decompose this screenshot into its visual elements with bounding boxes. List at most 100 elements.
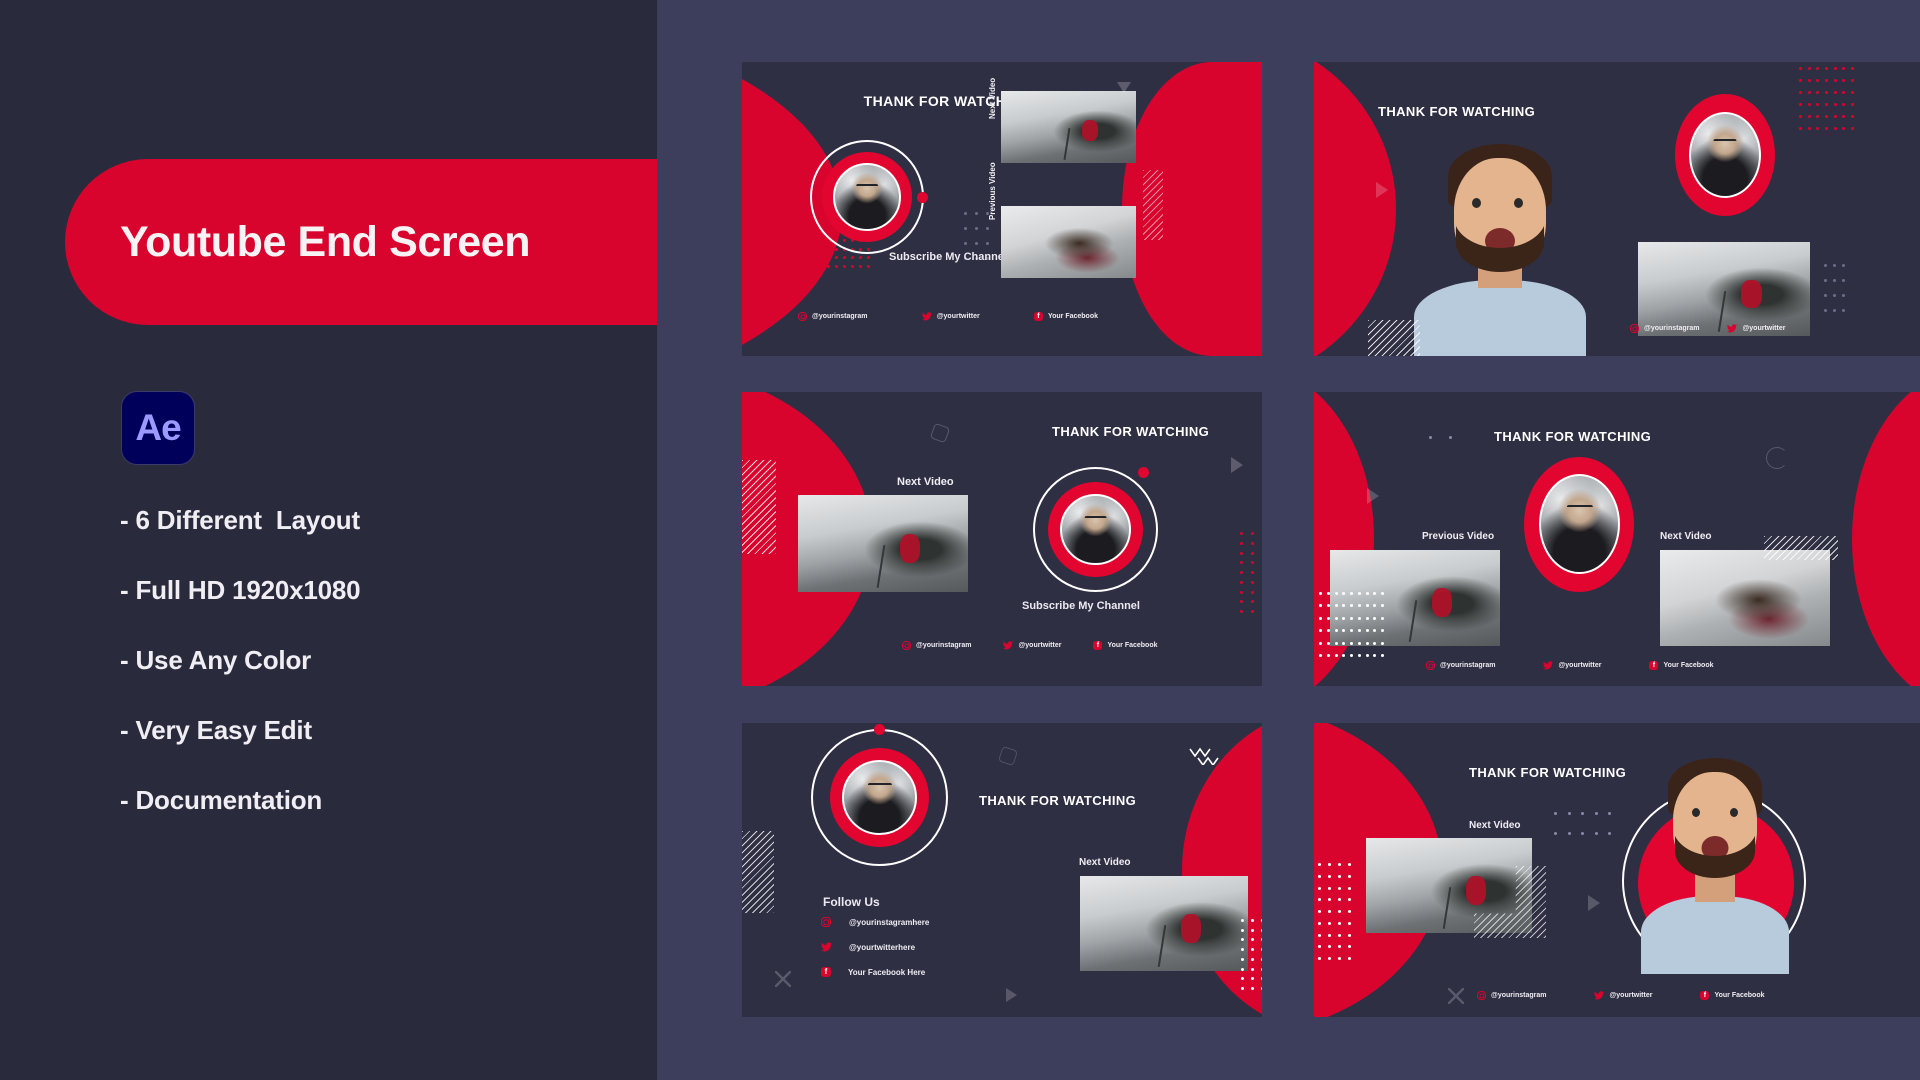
social-label: @yourinstagramhere	[849, 917, 930, 927]
orbit-dot	[1138, 467, 1149, 478]
next-video-thumbnail[interactable]	[1638, 242, 1810, 336]
previous-video-thumbnail[interactable]	[1001, 206, 1136, 278]
social-link-instagram[interactable]: @yourinstagram	[1426, 661, 1495, 670]
page-title: Youtube End Screen	[120, 217, 531, 266]
social-label: @yourtwitterhere	[849, 942, 916, 952]
person-body	[1413, 280, 1586, 356]
social-label: @yourinstagram	[1644, 325, 1700, 332]
twitter-icon	[921, 312, 932, 321]
next-video-thumbnail[interactable]	[1001, 91, 1136, 163]
presenter-cutout	[1402, 140, 1597, 356]
social-link-twitter[interactable]: @yourtwitter	[1003, 641, 1061, 650]
channel-avatar[interactable]	[1033, 467, 1158, 592]
next-video-label: Next Video	[1660, 531, 1712, 542]
social-label: @yourinstagram	[1440, 662, 1496, 669]
instagram-icon	[821, 917, 831, 927]
scarf-accent	[900, 533, 921, 563]
social-label: @yourtwitter	[1609, 992, 1653, 999]
layout-preview-2[interactable]: THANK FOR WATCHING @yourinstagram @yourt…	[1314, 62, 1920, 356]
next-video-thumbnail[interactable]	[798, 495, 968, 592]
social-link-instagram[interactable]: @yourinstagram	[1477, 991, 1546, 1000]
person-body	[1641, 896, 1789, 974]
thumbnail-image	[1080, 876, 1248, 971]
social-links-list: @yourinstagramhere @yourtwitterhere f Yo…	[821, 917, 929, 977]
facebook-icon: f	[1649, 661, 1659, 670]
layout-preview-1[interactable]: THANK FOR WATCHING Subscribe My Channel …	[742, 62, 1262, 356]
social-label: @yourtwitter	[1018, 642, 1062, 649]
layout-preview-3[interactable]: THANK FOR WATCHING Next Video Subscribe …	[742, 392, 1262, 686]
social-link-twitter[interactable]: @yourtwitter	[1727, 324, 1785, 333]
instagram-icon	[1477, 991, 1486, 1000]
channel-avatar[interactable]	[811, 724, 948, 866]
avatar-photo[interactable]	[1689, 112, 1761, 198]
thumbnail-image	[1001, 206, 1136, 278]
social-label: Your Facebook Here	[848, 967, 926, 977]
social-link-facebook[interactable]: f Your Facebook	[1700, 991, 1765, 1000]
social-link-instagram[interactable]: @yourinstagramhere	[821, 917, 929, 927]
dot-grid-decoration	[1799, 67, 1854, 130]
hexagon-decoration	[929, 422, 951, 444]
feature-item: - Full HD 1920x1080	[120, 575, 361, 605]
social-link-twitter[interactable]: @yourtwitter	[921, 312, 980, 321]
social-label: Your Facebook	[1047, 313, 1098, 320]
social-link-instagram[interactable]: @yourinstagram	[902, 641, 971, 650]
dot-grid-decoration	[1241, 919, 1262, 990]
avatar-photo	[1060, 494, 1131, 565]
feature-item: - 6 Different Layout	[120, 505, 360, 535]
social-label: Your Facebook	[1714, 992, 1765, 999]
feature-list: - 6 Different Layout - Full HD 1920x1080…	[120, 505, 600, 855]
card-heading: THANK FOR WATCHING	[1378, 104, 1536, 119]
hatch-decoration	[1368, 320, 1420, 356]
after-effects-icon-label: Ae	[135, 407, 181, 448]
social-link-twitter[interactable]: @yourtwitter	[1594, 991, 1652, 1000]
person-beard	[1456, 214, 1544, 272]
social-label: @yourtwitter	[1742, 325, 1786, 332]
after-effects-icon: Ae	[121, 391, 195, 465]
feature-item: - Very Easy Edit	[120, 715, 312, 745]
twitter-icon	[1594, 991, 1605, 1000]
x-decoration	[1448, 988, 1464, 1004]
person-neck	[1695, 874, 1735, 902]
social-link-instagram[interactable]: @yourinstagram	[1630, 324, 1699, 333]
social-label: Your Facebook	[1107, 642, 1158, 649]
next-video-thumbnail[interactable]	[1080, 876, 1248, 971]
channel-avatar[interactable]	[810, 140, 928, 254]
hatch-decoration	[742, 460, 776, 554]
layout-preview-5[interactable]: THANK FOR WATCHING Follow Us @yourinstag…	[742, 723, 1262, 1017]
triangle-decoration	[1588, 895, 1600, 911]
social-links-bar: @yourinstagram @yourtwitter f Your Faceb…	[1477, 991, 1765, 1000]
twitter-icon	[821, 942, 832, 952]
layout-preview-4[interactable]: THANK FOR WATCHING Previous Video Next V…	[1314, 392, 1920, 686]
facebook-icon: f	[821, 967, 831, 977]
scarf-accent	[1465, 876, 1486, 905]
dot-grid-decoration	[1429, 436, 1452, 444]
social-link-twitter[interactable]: @yourtwitterhere	[821, 942, 915, 952]
instagram-icon	[1630, 324, 1639, 333]
instagram-icon	[902, 641, 911, 650]
social-link-instagram[interactable]: @yourinstagram	[798, 312, 867, 321]
avatar-photo[interactable]	[1539, 474, 1620, 574]
social-link-facebook[interactable]: f Your Facebook	[1033, 312, 1098, 321]
social-link-facebook[interactable]: f Your Facebook	[1649, 661, 1714, 670]
social-link-twitter[interactable]: @yourtwitter	[1543, 661, 1601, 670]
scarf-accent	[1082, 119, 1099, 142]
layout-preview-6[interactable]: THANK FOR WATCHING Next Video @yourinsta…	[1314, 723, 1920, 1017]
triangle-decoration	[1006, 988, 1017, 1002]
social-label: @yourtwitter	[936, 313, 980, 320]
left-info-panel: Youtube End Screen Ae - 6 Different Layo…	[0, 0, 657, 1080]
avatar-photo	[842, 760, 917, 835]
social-links-bar: @yourinstagram @yourtwitter f Your Faceb…	[1426, 661, 1714, 670]
social-link-facebook[interactable]: f Your Facebook	[1093, 641, 1158, 650]
facebook-icon: f	[1093, 641, 1103, 650]
next-video-label: Next Video	[1469, 820, 1521, 831]
next-video-thumbnail[interactable]	[1660, 550, 1830, 646]
dot-grid-decoration	[1240, 532, 1262, 613]
social-links-bar: @yourinstagram @yourtwitter f Your Faceb…	[788, 312, 1108, 321]
social-label: Your Facebook	[1663, 662, 1714, 669]
triangle-decoration	[1117, 82, 1131, 93]
presenter-cutout	[1632, 744, 1798, 974]
next-video-label: Next Video	[988, 77, 997, 119]
social-link-facebook[interactable]: f Your Facebook Here	[821, 967, 925, 977]
card-heading: THANK FOR WATCHING	[979, 793, 1137, 808]
hatch-decoration	[742, 831, 774, 913]
